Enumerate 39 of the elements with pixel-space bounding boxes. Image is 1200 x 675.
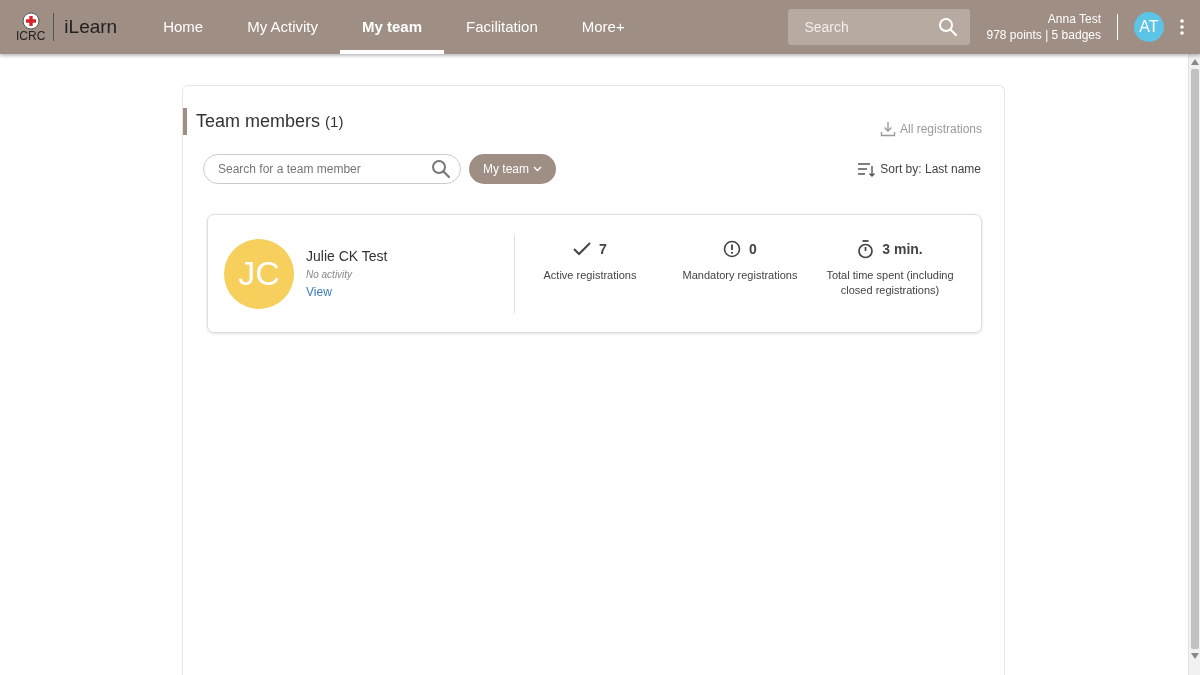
nav-tab[interactable]: Home (141, 0, 226, 54)
more-options-icon[interactable] (1180, 19, 1184, 35)
download-icon (879, 121, 896, 137)
member-name: Julie CK Test (306, 246, 388, 266)
logo-text: ICRC (16, 30, 46, 42)
scroll-down-icon[interactable] (1190, 653, 1199, 659)
app-name: iLearn (53, 12, 118, 42)
checkmark-icon (573, 242, 592, 256)
panel-title: Team members (1) (183, 107, 344, 135)
user-avatar[interactable]: AT (1134, 12, 1164, 42)
search-icon (431, 159, 451, 179)
sort-icon (857, 161, 877, 177)
member-search-field[interactable]: Search for a team member (203, 154, 461, 184)
chevron-down-icon (533, 166, 542, 172)
stat-value: 7 (599, 239, 607, 259)
activity-status: No activity (306, 267, 354, 282)
nav-tab[interactable]: My team (340, 0, 445, 54)
search-field[interactable]: Search (788, 9, 971, 45)
scroll-up-icon[interactable] (1190, 59, 1199, 65)
nav-tab[interactable]: My Activity (225, 0, 341, 54)
team-filter-dropdown[interactable]: My team (469, 154, 556, 184)
stat-label: Active registrations (543, 267, 637, 283)
stat-label: Total time spent (including closed registrations) (825, 267, 955, 298)
search-icon (938, 17, 959, 37)
stopwatch-icon (857, 239, 875, 259)
nav-tab[interactable]: More+ (559, 0, 647, 54)
member-avatar: JC (224, 238, 294, 309)
sort-button[interactable]: Sort by: Last name (856, 159, 982, 179)
stat-label: Mandatory registrations (682, 267, 798, 283)
cross-emblem-icon (21, 12, 40, 30)
stat-value: 0 (749, 239, 757, 259)
stat-value: 3 min. (882, 239, 923, 259)
user-name: Anna Test (1046, 10, 1101, 27)
export-link[interactable]: All registrations (879, 120, 982, 138)
scrollbar[interactable] (1188, 54, 1200, 675)
exclamation-circle-icon (723, 240, 742, 258)
view-link[interactable]: View (306, 284, 332, 299)
user-points: 978 points | 5 badges (986, 27, 1101, 44)
nav-tab[interactable]: Facilitation (444, 0, 560, 54)
